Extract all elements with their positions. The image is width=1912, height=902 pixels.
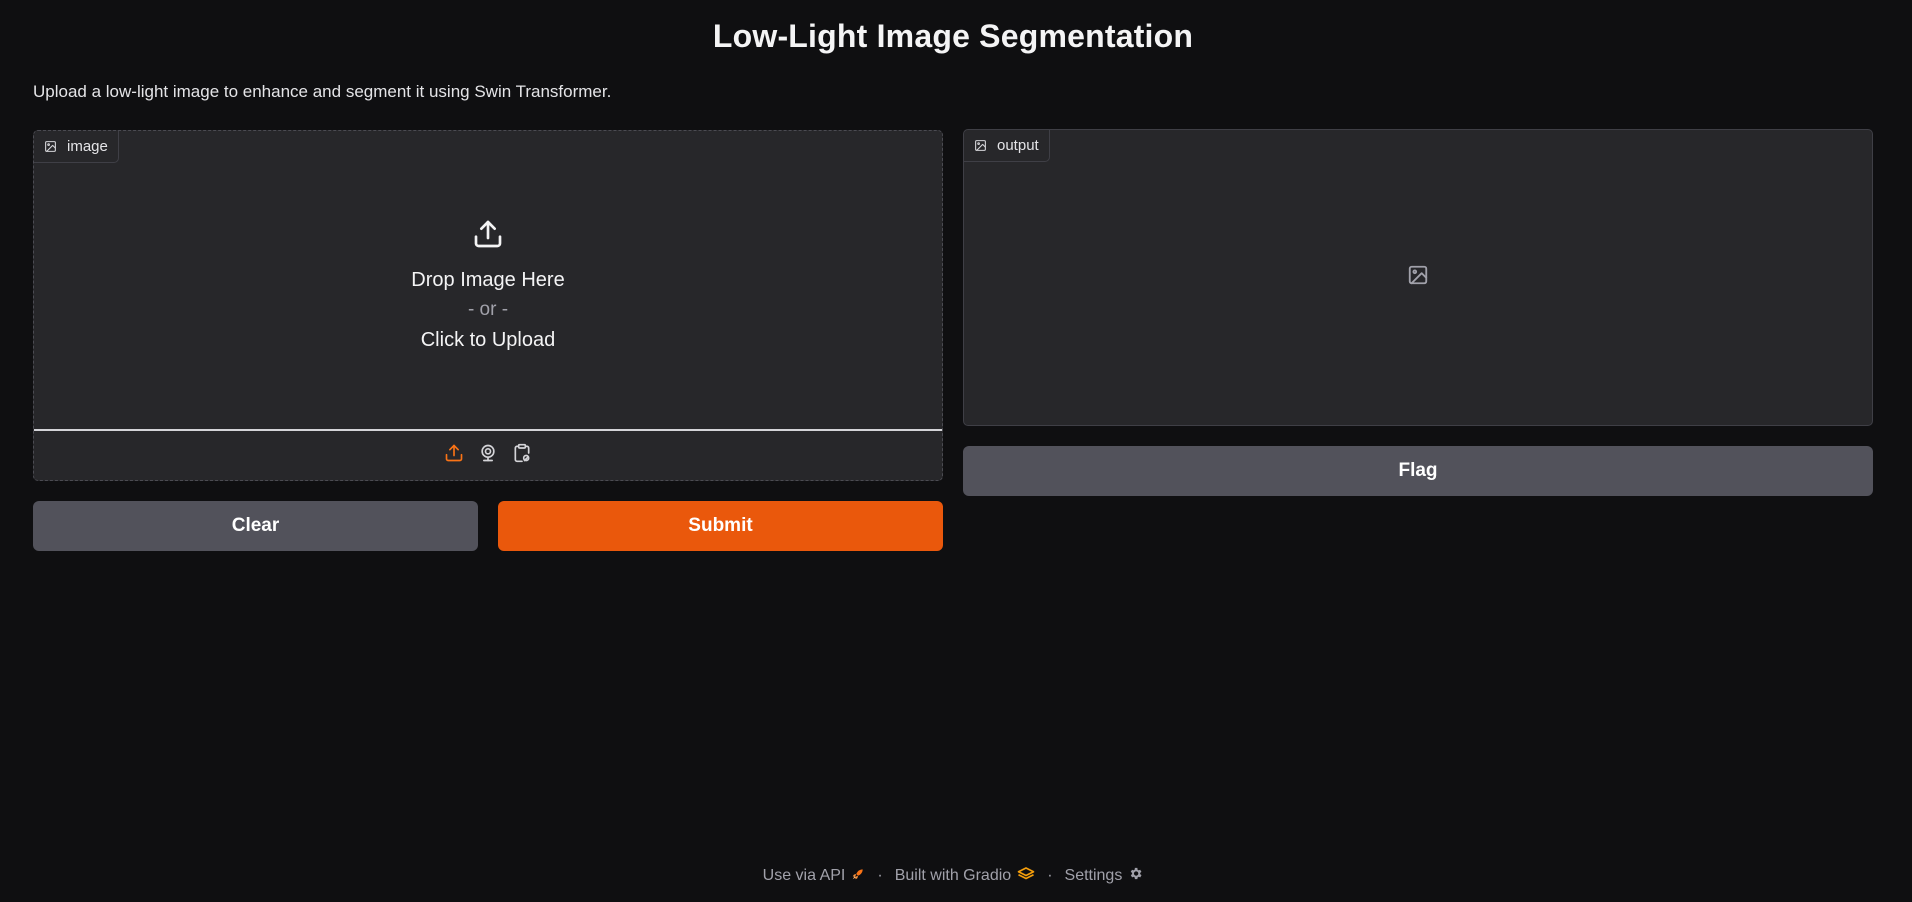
- image-input-label: image: [34, 131, 119, 163]
- clipboard-icon: [512, 443, 532, 468]
- upload-icon: [444, 443, 464, 468]
- upload-icon: [472, 218, 504, 255]
- click-to-upload-text: Click to Upload: [420, 328, 556, 351]
- page-description: Upload a low-light image to enhance and …: [33, 82, 612, 101]
- flag-button[interactable]: Flag: [963, 446, 1873, 496]
- drop-image-text: Drop Image Here: [411, 268, 565, 291]
- submit-button[interactable]: Submit: [498, 501, 943, 551]
- image-icon: [974, 139, 987, 152]
- settings-text: Settings: [1064, 867, 1123, 884]
- footer: Use via API · Built with Gradio · Settin…: [0, 866, 1906, 886]
- image-input-panel: Drop Image Here - or - Click to Upload i…: [33, 130, 943, 481]
- use-via-api-text: Use via API: [762, 867, 846, 884]
- footer-separator: ·: [1047, 867, 1053, 884]
- output-placeholder: [964, 130, 1872, 425]
- image-output-panel: output: [963, 129, 1873, 426]
- use-via-api-link[interactable]: Use via API: [763, 867, 866, 886]
- built-with-gradio-link[interactable]: Built with Gradio: [894, 866, 1036, 886]
- source-selector: [34, 431, 942, 480]
- webcam-icon: [478, 443, 498, 468]
- image-drop-zone[interactable]: Drop Image Here - or - Click to Upload: [34, 131, 942, 431]
- settings-link[interactable]: Settings: [1065, 866, 1144, 886]
- image-icon: [44, 140, 57, 153]
- gradio-logo-icon: [1017, 866, 1035, 886]
- clipboard-source-button[interactable]: [511, 443, 533, 468]
- rocket-icon: [851, 867, 865, 886]
- webcam-source-button[interactable]: [477, 443, 499, 468]
- gradio-app: Low-Light Image Segmentation Upload a lo…: [0, 0, 1912, 902]
- built-with-gradio-text: Built with Gradio: [894, 867, 1012, 884]
- image-icon: [1407, 264, 1429, 291]
- upload-source-button[interactable]: [443, 443, 465, 468]
- image-input-label-text: image: [67, 138, 108, 155]
- footer-separator: ·: [877, 867, 883, 884]
- image-output-label: output: [964, 130, 1050, 162]
- or-text: - or -: [467, 298, 509, 320]
- page-title: Low-Light Image Segmentation: [712, 18, 1194, 54]
- gear-icon: [1128, 866, 1143, 886]
- clear-button[interactable]: Clear: [33, 501, 478, 551]
- image-output-label-text: output: [997, 137, 1039, 154]
